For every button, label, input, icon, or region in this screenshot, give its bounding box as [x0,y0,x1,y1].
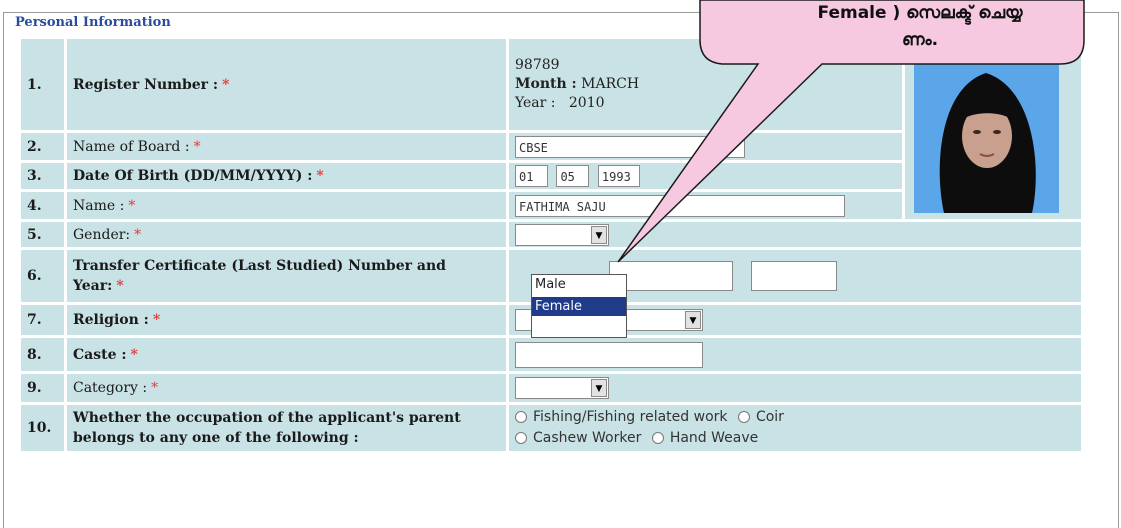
occupation-option-label: Hand Weave [669,430,759,446]
occupation-option-label: Cashew Worker [533,430,642,446]
section-legend: Personal Information [12,15,174,30]
gender-select[interactable]: ▼ [515,223,609,246]
row-number: 2. [21,133,64,160]
caste-input[interactable] [515,341,703,368]
callout-line-1: Female ) സെലക്ട് ചെയ്യ [817,3,1023,23]
gender-option-male[interactable]: Male [532,275,626,297]
callout-text: Female ) സെലക്ട് ചെയ്യ ണം. [760,0,1080,54]
photo-cell [905,39,1081,219]
required-marker: * [130,346,138,363]
occupation-radio-fishing[interactable] [515,411,527,423]
row-number: 8. [21,338,64,371]
row-number: 4. [21,192,64,219]
table-row: 5. Gender: * ▼ [21,222,1081,247]
required-marker: * [152,312,161,328]
tc-year-input[interactable] [751,261,838,291]
name-input[interactable]: FATHIMA SAJU [515,194,845,217]
callout-line-2: ണം. [901,30,939,50]
occupation-option-label: Coir [755,409,784,425]
required-marker: * [134,226,142,243]
category-label: Category : [73,380,148,396]
name-label: Name : [73,197,125,214]
gender-dropdown-list: Male Female [531,274,627,338]
occupation-option-label: Fishing/Fishing related work [533,409,728,425]
row-number: 6. [21,250,64,302]
category-select[interactable]: ▼ [515,377,609,399]
personal-info-table: 1. Register Number : * 98789 Month : MARC… [18,36,1084,454]
year-label: Year : [515,95,556,111]
board-input[interactable]: CBSE [515,135,745,158]
tc-number-input[interactable] [609,261,733,291]
tc-label: Transfer Certificate (Last Studied) Numb… [73,258,446,294]
applicant-photo [914,48,1059,213]
required-marker: * [116,278,124,294]
chevron-down-icon[interactable]: ▼ [685,311,701,329]
row-number: 5. [21,222,64,247]
row-number: 10. [21,405,64,451]
chevron-down-icon[interactable]: ▼ [591,225,607,244]
table-row: 10. Whether the occupation of the applic… [21,405,1081,451]
dob-year-input[interactable]: 1993 [597,165,640,187]
dob-month-input[interactable]: 05 [556,165,590,187]
religion-label: Religion : [73,312,149,328]
row-number: 1. [21,39,64,130]
board-label: Name of Board : [73,138,190,155]
row-number: 3. [21,163,64,189]
table-row: 9. Category : * ▼ [21,374,1081,402]
month-value: MARCH [581,76,640,92]
gender-label: Gender: [73,226,131,243]
register-number-value: 98789 [515,57,560,73]
gender-option-female[interactable]: Female [532,297,626,316]
row-number: 7. [21,305,64,335]
occupation-radio-hand-weave[interactable] [651,432,664,444]
required-marker: * [151,380,159,396]
required-marker: * [128,197,136,214]
occupation-label: Whether the occupation of the applicant'… [67,405,506,451]
required-marker: * [222,76,230,93]
row-number: 9. [21,374,64,402]
table-row: 8. Caste : * [21,338,1081,371]
required-marker: * [193,138,201,155]
dob-day-input[interactable]: 01 [515,165,548,187]
chevron-down-icon[interactable]: ▼ [591,379,607,397]
required-marker: * [316,168,324,184]
occupation-radio-cashew[interactable] [515,432,527,444]
register-number-label: Register Number : [73,76,219,93]
caste-label: Caste : [73,346,127,363]
year-value: 2010 [568,95,605,111]
occupation-radio-coir[interactable] [737,411,750,423]
month-label: Month : [515,76,577,92]
dob-label: Date Of Birth (DD/MM/YYYY) : [73,168,313,184]
